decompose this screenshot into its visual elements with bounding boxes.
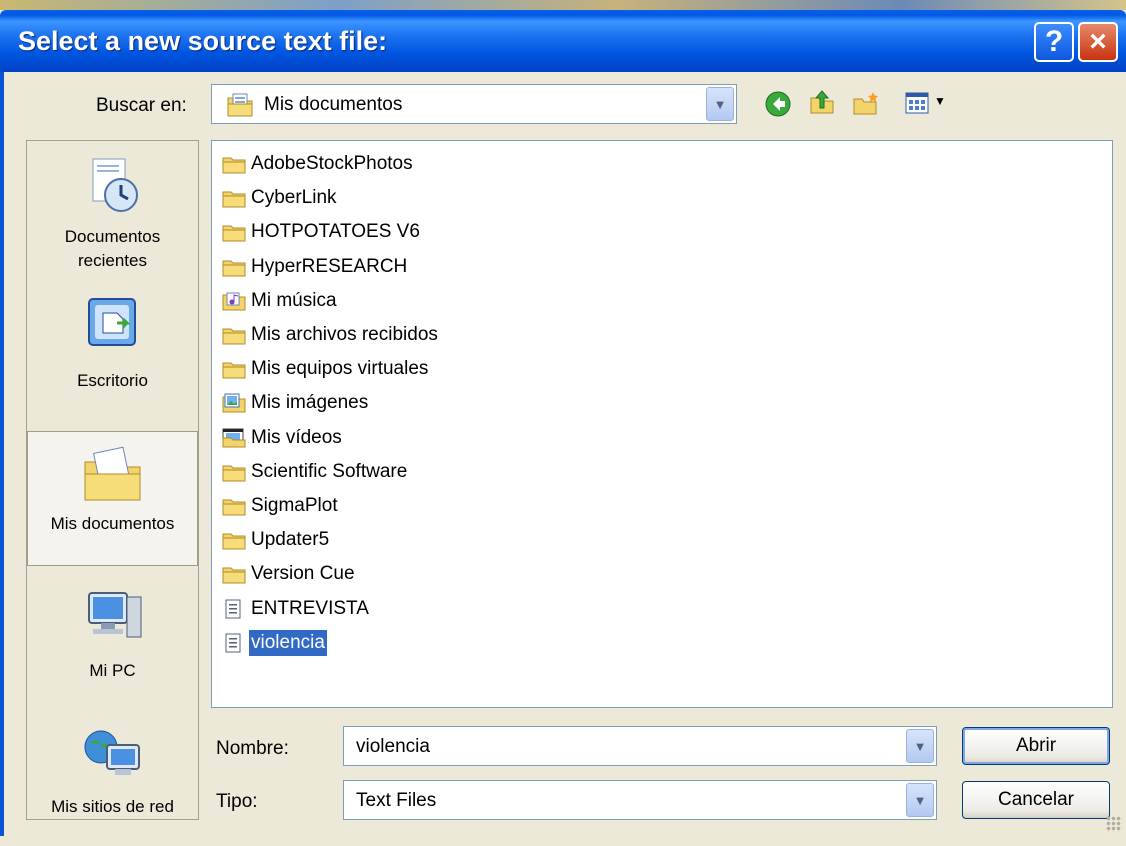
lookin-dropdown-button[interactable]: ▼: [706, 87, 734, 121]
pictures-folder-icon: [222, 393, 246, 413]
file-name: CyberLink: [251, 187, 337, 209]
view-menu-icon: [905, 92, 929, 114]
my-computer-icon: [87, 592, 141, 638]
folder-icon: [222, 191, 246, 208]
file-name: Scientific Software: [251, 460, 408, 482]
file-list-item[interactable]: SigmaPlot: [222, 491, 340, 521]
places-bar: Documentos recientes Escritorio Mis docu…: [26, 140, 199, 820]
video-folder-icon: [222, 428, 246, 448]
folder-icon: [222, 260, 246, 277]
file-list-item[interactable]: Updater5: [222, 525, 331, 555]
lookin-label: Buscar en:: [96, 95, 187, 116]
folder-icon: [222, 225, 246, 242]
file-list-item[interactable]: HOTPOTATOES V6: [222, 217, 422, 247]
chevron-down-icon: ▼: [913, 738, 927, 754]
recent-documents-icon: [92, 158, 138, 212]
chevron-down-icon: ▼: [913, 792, 927, 808]
resize-grip[interactable]: [1106, 816, 1122, 832]
file-name: Mi música: [251, 289, 337, 311]
file-name: Version Cue: [251, 563, 355, 585]
place-label: Mis sitios de red: [51, 797, 174, 816]
new-folder-icon[interactable]: [852, 90, 880, 118]
file-list-item[interactable]: CyberLink: [222, 183, 339, 213]
file-list-item[interactable]: Mis equipos virtuales: [222, 354, 430, 384]
file-name: HOTPOTATOES V6: [251, 221, 420, 243]
desktop-background-strip: [0, 0, 1126, 10]
chevron-down-icon: ▼: [934, 94, 946, 108]
title-bar[interactable]: Select a new source text file: ? ×: [0, 10, 1126, 72]
file-list-item[interactable]: Mis vídeos: [222, 423, 344, 453]
folder-icon: [222, 328, 246, 345]
folder-icon: [222, 362, 246, 379]
file-name: Mis archivos recibidos: [251, 324, 438, 345]
text-file-icon: [225, 633, 241, 653]
filetype-value: Text Files: [356, 790, 437, 811]
help-icon: ?: [1044, 25, 1064, 58]
my-documents-icon: [84, 446, 140, 501]
window-border: [0, 72, 4, 836]
filename-dropdown-button[interactable]: ▼: [906, 729, 934, 763]
file-name: Mis vídeos: [251, 426, 342, 448]
file-list-item[interactable]: violencia: [222, 628, 327, 658]
open-button[interactable]: Abrir: [962, 727, 1110, 765]
place-desktop[interactable]: Escritorio: [27, 281, 198, 416]
music-folder-icon: [222, 292, 246, 311]
place-label: Mi PC: [89, 661, 136, 680]
file-name: Mis imágenes: [251, 392, 369, 414]
lookin-combobox[interactable]: Mis documentos ▼: [211, 84, 737, 124]
place-label: Escritorio: [77, 371, 148, 390]
my-documents-icon: [227, 93, 253, 117]
file-list-item[interactable]: AdobeStockPhotos: [222, 149, 415, 179]
file-list[interactable]: AdobeStockPhotos CyberLink HOTPOTATOES V6 H…: [211, 140, 1113, 708]
lookin-value: Mis documentos: [264, 94, 403, 115]
filename-label: Nombre:: [216, 738, 289, 759]
place-label: Documentos: [64, 227, 161, 246]
filetype-label: Tipo:: [216, 791, 258, 812]
folder-icon: [222, 533, 246, 550]
file-name: Mis equipos virtuales: [251, 358, 429, 380]
place-recent-documents[interactable]: Documentos recientes: [27, 141, 198, 276]
cancel-button[interactable]: Cancelar: [962, 781, 1110, 819]
file-name: AdobeStockPhotos: [251, 153, 413, 174]
file-list-item[interactable]: ENTREVISTA: [222, 594, 371, 624]
place-label: Mis documentos: [50, 514, 175, 533]
back-icon[interactable]: [764, 90, 792, 118]
folder-icon: [222, 567, 246, 584]
filename-input[interactable]: violencia: [356, 736, 430, 758]
folder-icon: [222, 499, 246, 516]
file-list-item[interactable]: HyperRESEARCH: [222, 252, 409, 282]
filetype-combobox[interactable]: Text Files ▼: [343, 780, 937, 820]
window-title: Select a new source text file:: [18, 26, 388, 56]
filename-combobox[interactable]: violencia ▼: [343, 726, 937, 766]
file-name: ENTREVISTA: [251, 597, 369, 619]
desktop-icon: [87, 298, 136, 346]
folder-icon: [222, 157, 246, 174]
file-list-item[interactable]: Mi música: [222, 286, 339, 316]
file-name: Updater5: [251, 529, 330, 551]
up-folder-icon[interactable]: [808, 88, 836, 116]
file-list-item[interactable]: Mis imágenes: [222, 388, 370, 418]
place-label-line2: recientes: [78, 251, 147, 270]
file-name: HyperRESEARCH: [251, 255, 408, 277]
network-places-icon: [84, 730, 140, 775]
help-button[interactable]: ?: [1034, 22, 1074, 62]
text-file-icon: [225, 599, 241, 619]
place-my-documents[interactable]: Mis documentos: [27, 431, 198, 566]
file-list-item[interactable]: Mis archivos recibidos: [222, 320, 440, 350]
chevron-down-icon: ▼: [713, 96, 727, 112]
file-list-item[interactable]: Scientific Software: [222, 457, 409, 487]
file-name: SigmaPlot: [251, 495, 338, 516]
folder-icon: [222, 465, 246, 482]
close-icon: ×: [1089, 25, 1107, 58]
views-menu-button[interactable]: ▼: [904, 90, 950, 118]
place-network[interactable]: Mis sitios de red: [27, 711, 198, 846]
close-button[interactable]: ×: [1078, 22, 1118, 62]
place-my-computer[interactable]: Mi PC: [27, 571, 198, 706]
filetype-dropdown-button[interactable]: ▼: [906, 783, 934, 817]
file-list-item[interactable]: Version Cue: [222, 559, 357, 589]
file-name: violencia: [249, 629, 327, 656]
